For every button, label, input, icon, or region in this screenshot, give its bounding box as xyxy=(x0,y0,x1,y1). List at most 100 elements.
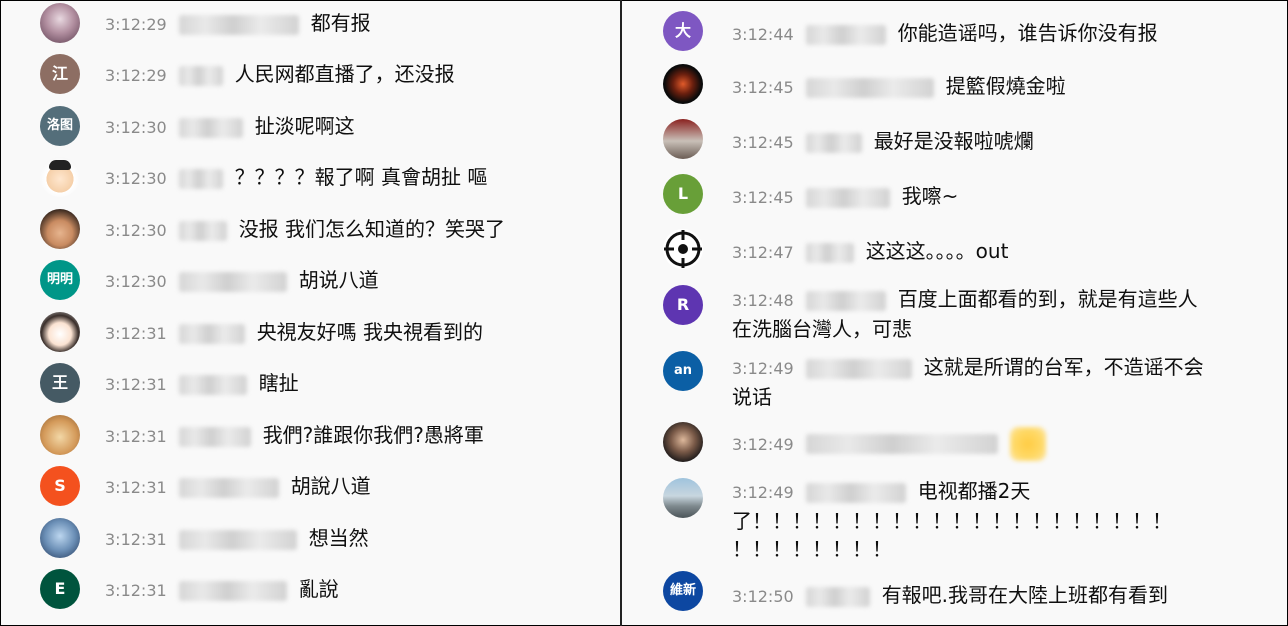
author-name-blurred[interactable] xyxy=(805,77,934,98)
cartoon-face-avatar[interactable] xyxy=(40,312,80,352)
sign-logo-avatar[interactable] xyxy=(663,119,703,159)
message-text: 你能造谣吗，谁告诉你没有报 xyxy=(897,21,1158,45)
author-name-blurred[interactable] xyxy=(178,271,287,292)
message-content: 3:12:45 最好是没報啦唬爛 xyxy=(732,127,1262,157)
message-text: 胡說八道 xyxy=(290,474,371,498)
left-chat-panel[interactable]: 3:12:29 都有报江 3:12:29 人民网都直播了，还没报洛图 3:12:30 扯淡… xyxy=(1,1,620,625)
man-portrait-avatar[interactable] xyxy=(663,422,703,462)
right-chat-panel[interactable]: 大 3:12:44 你能造谣吗，谁告诉你没有报 3:12:45 提籃假燒金啦 3:12:4… xyxy=(622,1,1287,625)
message-timestamp: 3:12:29 xyxy=(105,66,167,85)
message-content: 3:12:45 我嚓~ xyxy=(732,182,1262,212)
message-timestamp: 3:12:31 xyxy=(105,324,167,343)
message-text: 这这这。。。。out xyxy=(865,239,1009,263)
message-content: 3:12:50 有報吧.我哥在大陸上班都有看到 xyxy=(732,581,1262,611)
author-name-blurred[interactable] xyxy=(805,434,998,454)
message-timestamp: 3:12:30 xyxy=(105,118,167,137)
author-name-blurred[interactable] xyxy=(178,529,297,550)
message-timestamp: 3:12:31 xyxy=(105,375,167,394)
author-name-blurred[interactable] xyxy=(805,242,854,263)
message-content: 3:12:29 都有报 xyxy=(105,9,605,39)
author-name-blurred[interactable] xyxy=(805,290,886,311)
message-timestamp: 3:12:49 xyxy=(732,434,794,454)
city-photo-avatar[interactable] xyxy=(663,478,703,518)
message-content: 3:12:48 百度上面都看的到，就是有這些人 在洗腦台灣人，可悲 xyxy=(732,285,1262,343)
message-timestamp: 3:12:31 xyxy=(105,478,167,497)
message-content: 3:12:31 胡說八道 xyxy=(105,472,605,502)
avatar[interactable]: an xyxy=(663,351,703,391)
message-content: 3:12:44 你能造谣吗，谁告诉你没有报 xyxy=(732,19,1262,49)
author-name-blurred[interactable] xyxy=(178,14,299,35)
author-name-blurred[interactable] xyxy=(805,358,912,379)
message-timestamp: 3:12:45 xyxy=(732,133,794,152)
message-text: 我嚓~ xyxy=(901,184,959,208)
message-timestamp: 3:12:49 xyxy=(732,359,794,378)
avatar[interactable]: E xyxy=(40,569,80,609)
message-content: 3:12:30 胡说八道 xyxy=(105,266,605,296)
woman-portrait-avatar[interactable] xyxy=(40,3,80,43)
message-text-continued: ！！！！！！！！ xyxy=(732,537,892,561)
message-text-continued: 说话 xyxy=(732,385,772,409)
avatar[interactable]: 王 xyxy=(40,363,80,403)
emoji-blurred xyxy=(1009,427,1046,461)
message-text: 想当然 xyxy=(308,526,369,550)
message-text: 这就是所谓的台军，不造谣不会 xyxy=(923,355,1204,379)
author-name-blurred[interactable] xyxy=(805,187,890,208)
cat-avatar[interactable] xyxy=(40,415,80,455)
cartoon-avatar[interactable] xyxy=(40,157,80,197)
author-name-blurred[interactable] xyxy=(805,586,870,607)
message-timestamp: 3:12:29 xyxy=(105,15,167,34)
avatar[interactable]: 江 xyxy=(40,54,80,94)
message-content: 3:12:49 这就是所谓的台军，不造谣不会说话 xyxy=(732,353,1262,411)
message-timestamp: 3:12:44 xyxy=(732,25,794,44)
message-timestamp: 3:12:47 xyxy=(732,243,794,262)
message-text: 有報吧.我哥在大陸上班都有看到 xyxy=(881,583,1169,607)
author-name-blurred[interactable] xyxy=(178,323,245,344)
message-timestamp: 3:12:30 xyxy=(105,221,167,240)
author-name-blurred[interactable] xyxy=(178,117,243,138)
message-content: 3:12:31 瞎扯 xyxy=(105,369,605,399)
message-content: 3:12:30 扯淡呢啊这 xyxy=(105,112,605,142)
crosshair-avatar[interactable] xyxy=(663,229,703,269)
author-name-blurred[interactable] xyxy=(805,132,862,153)
message-timestamp: 3:12:30 xyxy=(105,169,167,188)
message-text: 没报 我们怎么知道的？笑哭了 xyxy=(238,217,506,241)
avatar[interactable]: L xyxy=(663,174,703,214)
message-content: 3:12:49 xyxy=(732,427,1262,461)
message-text-continued: 了！！！！！！！！！！！！！！！！！！！！！ xyxy=(732,509,1172,533)
avatar[interactable]: 大 xyxy=(663,11,703,51)
dark-logo-avatar[interactable] xyxy=(663,64,703,104)
message-content: 3:12:47 这这这。。。。out xyxy=(732,237,1262,267)
author-name-blurred[interactable] xyxy=(178,426,251,447)
message-text: 都有报 xyxy=(310,11,371,35)
author-name-blurred[interactable] xyxy=(805,24,886,45)
message-text: ？？？？報了啊 真會胡扯 嘔 xyxy=(234,165,488,189)
message-text: 人民网都直播了，还没报 xyxy=(234,62,455,86)
author-name-blurred[interactable] xyxy=(178,168,223,189)
author-name-blurred[interactable] xyxy=(178,374,247,395)
message-timestamp: 3:12:48 xyxy=(732,291,794,310)
message-content: 3:12:30 ？？？？報了啊 真會胡扯 嘔 xyxy=(105,163,605,193)
message-timestamp: 3:12:31 xyxy=(105,530,167,549)
avatar[interactable]: 明明 xyxy=(40,260,80,300)
message-timestamp: 3:12:45 xyxy=(732,78,794,97)
message-text: 瞎扯 xyxy=(258,371,299,395)
avatar[interactable]: S xyxy=(40,466,80,506)
message-timestamp: 3:12:31 xyxy=(105,581,167,600)
author-name-blurred[interactable] xyxy=(805,482,906,503)
avatar[interactable]: 洛图 xyxy=(40,106,80,146)
message-content: 3:12:29 人民网都直播了，还没报 xyxy=(105,60,605,90)
message-text: 扯淡呢啊这 xyxy=(254,114,355,138)
message-timestamp: 3:12:30 xyxy=(105,272,167,291)
blue-logo-avatar[interactable] xyxy=(40,518,80,558)
boy-portrait-avatar[interactable] xyxy=(40,209,80,249)
avatar[interactable]: 維新 xyxy=(663,571,703,611)
author-name-blurred[interactable] xyxy=(178,477,279,498)
message-content: 3:12:31 央視友好嗎 我央視看到的 xyxy=(105,318,605,348)
author-name-blurred[interactable] xyxy=(178,580,287,601)
author-name-blurred[interactable] xyxy=(178,65,223,86)
message-content: 3:12:31 想当然 xyxy=(105,524,605,554)
author-name-blurred[interactable] xyxy=(178,220,227,241)
message-content: 3:12:49 电视都播2天 了！！！！！！！！！！！！！！！！！！！！！ ！！！！！… xyxy=(732,477,1262,563)
message-text: 亂說 xyxy=(298,577,339,601)
avatar[interactable]: R xyxy=(663,285,703,325)
